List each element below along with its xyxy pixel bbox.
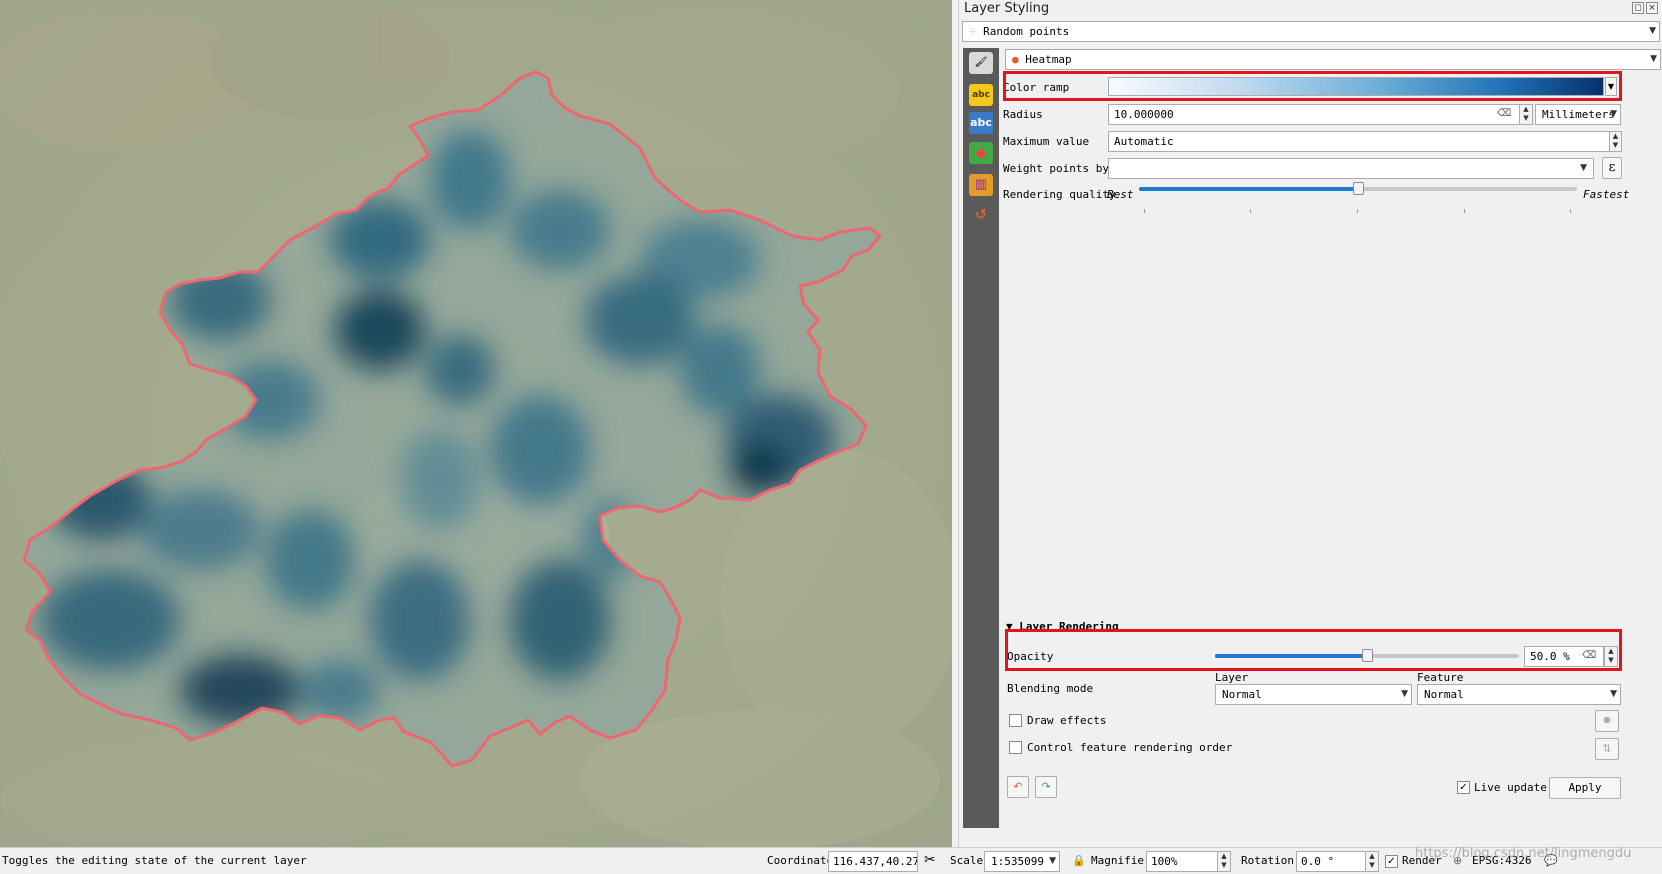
- rotation-field[interactable]: 0.0 °: [1296, 851, 1366, 872]
- live-update-checkbox[interactable]: ✓: [1457, 781, 1470, 794]
- draw-effects-label: Draw effects: [1027, 714, 1107, 727]
- draw-effects-checkbox[interactable]: [1009, 714, 1022, 727]
- status-bar: Toggles the editing state of the current…: [0, 847, 1662, 874]
- undo-icon[interactable]: ↶: [1007, 776, 1029, 798]
- radius-value: 10.000000: [1114, 108, 1174, 121]
- clear-icon[interactable]: ⌫: [1497, 108, 1511, 119]
- rotation-spinner[interactable]: ▲ ▼: [1365, 851, 1379, 872]
- magnifier-spinner[interactable]: ▲ ▼: [1217, 851, 1231, 872]
- max-value-label: Maximum value: [1003, 135, 1090, 148]
- slider-tick: [1464, 209, 1465, 213]
- quality-best-label: Best: [1107, 188, 1134, 201]
- check-icon: ✓: [1387, 856, 1396, 867]
- slider-tick: [1144, 209, 1145, 213]
- chevron-down-icon: ▼: [1610, 109, 1617, 119]
- chevron-down-icon: ▼: [1649, 26, 1656, 36]
- slider-tick: [1250, 209, 1251, 213]
- effects-star-icon[interactable]: ✹: [1595, 710, 1619, 732]
- control-order-label: Control feature rendering order: [1027, 741, 1233, 754]
- heatmap-map: [0, 0, 952, 847]
- redo-icon[interactable]: ↷: [1035, 776, 1057, 798]
- highlight-color-ramp: [1003, 71, 1622, 101]
- scale-label: Scale: [950, 854, 984, 867]
- radius-unit-value: Millimeters: [1542, 108, 1615, 121]
- slider-tick: [1570, 209, 1571, 213]
- weight-field-selector[interactable]: ▼: [1108, 158, 1594, 179]
- check-icon: ✓: [1459, 782, 1468, 793]
- slider-tick: [1357, 209, 1358, 213]
- expression-button[interactable]: ε: [1602, 157, 1622, 179]
- labels-abc-yellow-icon[interactable]: abc: [969, 84, 993, 106]
- radius-spinner[interactable]: ▲ ▼: [1519, 104, 1533, 125]
- chevron-down-icon: ▼: [1610, 689, 1617, 699]
- quality-slider-handle[interactable]: [1353, 182, 1364, 195]
- blend-feature-label: Feature: [1417, 671, 1464, 684]
- float-icon[interactable]: ◻: [1632, 2, 1644, 14]
- coordinate-label: Coordinate: [767, 854, 834, 867]
- chevron-down-icon: ▼: [1580, 163, 1587, 173]
- scale-value: 1:535099: [991, 855, 1044, 868]
- style-tabs-bar: 🖌 abc abc ◆ ▥ ↺: [963, 48, 999, 828]
- chevron-down-icon: ▼: [1049, 856, 1056, 866]
- layer-styling-panel: Layer Styling ◻ × ⁘ Random points ▼ 🖌 ab…: [958, 0, 1662, 847]
- map-canvas[interactable]: [0, 0, 952, 847]
- history-icon[interactable]: ↺: [969, 204, 993, 226]
- lock-icon[interactable]: 🔒: [1072, 854, 1086, 867]
- magnifier-field[interactable]: 100%: [1146, 851, 1218, 872]
- sort-order-icon[interactable]: ⇅: [1595, 738, 1619, 760]
- layer-selector-value: Random points: [983, 25, 1070, 38]
- blend-feature-value: Normal: [1424, 688, 1464, 701]
- render-checkbox[interactable]: ✓: [1385, 855, 1398, 868]
- renderer-value: Heatmap: [1025, 53, 1072, 66]
- chevron-down-icon: ▼: [1650, 54, 1657, 64]
- labels-abc-icon[interactable]: abc: [969, 112, 993, 134]
- diagram-icon[interactable]: ▥: [969, 174, 993, 196]
- coordinate-field[interactable]: 116.437,40.271: [828, 851, 918, 872]
- blend-layer-value: Normal: [1222, 688, 1262, 701]
- apply-button[interactable]: Apply: [1549, 777, 1621, 799]
- quality-slider-fill: [1139, 187, 1358, 191]
- blend-layer-label: Layer: [1215, 671, 1249, 684]
- rotation-label: Rotation: [1241, 854, 1294, 867]
- coordinate-value: 116.437,40.271: [833, 855, 918, 868]
- blending-label: Blending mode: [1007, 682, 1094, 695]
- max-value-input[interactable]: Automatic: [1108, 131, 1610, 152]
- control-order-checkbox[interactable]: [1009, 741, 1022, 754]
- extents-toggle-icon[interactable]: ✂: [924, 852, 936, 868]
- weight-label: Weight points by: [1003, 162, 1109, 175]
- blend-layer-selector[interactable]: Normal ▼: [1215, 684, 1412, 705]
- panel-title: Layer Styling: [964, 1, 1050, 16]
- max-value-value: Automatic: [1114, 135, 1174, 148]
- radius-input[interactable]: 10.000000: [1108, 104, 1520, 125]
- radius-label: Radius: [1003, 108, 1043, 121]
- paint-brush-icon[interactable]: 🖌: [969, 52, 993, 74]
- heatmap-icon: ●: [1012, 53, 1019, 66]
- 3d-cube-icon[interactable]: ◆: [969, 142, 993, 164]
- chevron-down-icon: ▼: [1401, 689, 1408, 699]
- radius-unit-selector[interactable]: Millimeters ▼: [1535, 104, 1621, 125]
- magnifier-value: 100%: [1151, 855, 1178, 868]
- quality-label: Rendering quality: [1003, 188, 1116, 201]
- highlight-opacity: [1005, 629, 1622, 671]
- layer-selector[interactable]: ⁘ Random points ▼: [962, 21, 1660, 42]
- close-icon[interactable]: ×: [1646, 2, 1658, 14]
- live-update-label: Live update: [1474, 781, 1547, 794]
- quality-fastest-label: Fastest: [1583, 188, 1630, 201]
- blend-feature-selector[interactable]: Normal ▼: [1417, 684, 1621, 705]
- magnifier-label: Magnifier: [1091, 854, 1151, 867]
- point-layer-icon: ⁘: [969, 28, 977, 38]
- scale-selector[interactable]: 1:535099 ▼: [984, 851, 1060, 872]
- status-message: Toggles the editing state of the current…: [2, 854, 307, 867]
- renderer-selector[interactable]: ● Heatmap ▼: [1005, 49, 1661, 70]
- max-value-spinner[interactable]: ▲ ▼: [1609, 131, 1622, 152]
- rotation-value: 0.0 °: [1301, 855, 1335, 868]
- watermark: https://blog.csdn.net/lingmengdu: [1415, 846, 1632, 861]
